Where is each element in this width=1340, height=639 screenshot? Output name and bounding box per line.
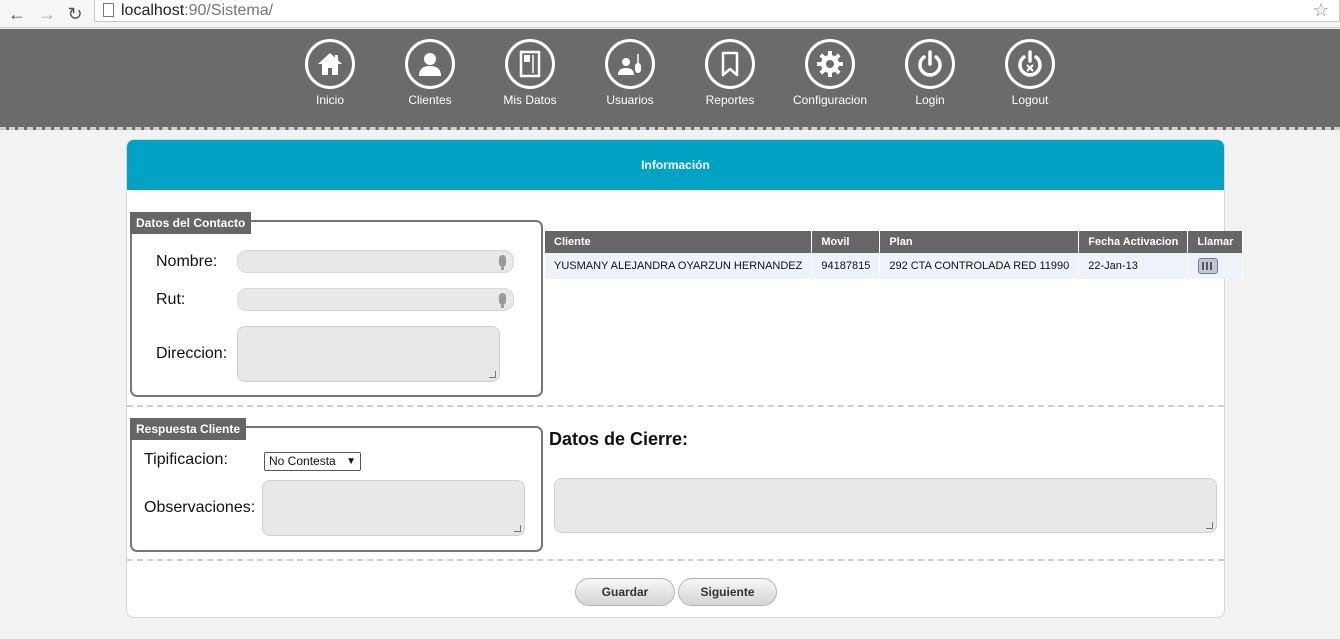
- col-header-plan: Plan: [879, 231, 1080, 253]
- resize-grip-icon[interactable]: [514, 525, 521, 532]
- browser-toolbar: ← → ↻ localhost:90/Sistema/ ☆: [0, 0, 1340, 28]
- table-row[interactable]: YUSMANY ALEJANDRA OYARZUN HERNANDEZ 9418…: [545, 253, 1244, 279]
- cierre-textarea[interactable]: [554, 478, 1217, 533]
- nav-label-login: Login: [915, 93, 945, 107]
- tipificacion-value: No Contesta: [269, 454, 336, 468]
- section-divider: [127, 405, 1224, 407]
- cell-cliente: YUSMANY ALEJANDRA OYARZUN HERNANDEZ: [545, 253, 813, 279]
- page-icon: [103, 3, 114, 17]
- col-header-fecha: Fecha Activacion: [1078, 231, 1189, 253]
- gear-icon: [805, 39, 855, 89]
- guardar-button[interactable]: Guardar: [575, 578, 675, 606]
- url-host: localhost: [121, 2, 185, 19]
- cell-llamar: [1187, 253, 1244, 279]
- dropdown-arrow-icon: ▼: [346, 456, 356, 467]
- siguiente-button[interactable]: Siguiente: [678, 578, 777, 606]
- nav-label-reportes: Reportes: [705, 93, 755, 107]
- url-path: :90/Sistema/: [184, 2, 274, 19]
- col-header-cliente: Cliente: [545, 231, 813, 253]
- nav-label-configuracion: Configuracion: [792, 93, 868, 107]
- nav-label-logout: Logout: [1011, 93, 1049, 107]
- nav-item-configuracion[interactable]: Configuracion: [785, 39, 875, 114]
- home-icon: [305, 39, 355, 89]
- col-header-movil: Movil: [811, 231, 881, 253]
- nav-item-reportes[interactable]: Reportes: [685, 39, 775, 114]
- resize-grip-icon[interactable]: [1206, 522, 1213, 529]
- user-icon: [405, 39, 455, 89]
- cell-plan: 292 CTA CONTROLADA RED 11990: [879, 253, 1080, 279]
- nav-label-clientes: Clientes: [408, 93, 452, 107]
- rut-input[interactable]: [237, 288, 514, 311]
- bookmark-star-icon[interactable]: ☆: [1313, 0, 1329, 21]
- back-arrow-icon[interactable]: ←: [6, 3, 28, 25]
- profile-card-icon: [505, 39, 555, 89]
- direccion-label: Direccion:: [156, 345, 228, 362]
- cell-movil: 94187815: [811, 253, 881, 279]
- users-icon: [605, 39, 655, 89]
- microphone-icon[interactable]: [499, 293, 506, 308]
- observaciones-label: Observaciones:: [144, 499, 256, 516]
- forward-arrow-icon[interactable]: →: [36, 3, 58, 25]
- contact-legend: Datos del Contacto: [130, 212, 252, 234]
- bookmark-icon: [705, 39, 755, 89]
- nav-item-mis-datos[interactable]: Mis Datos: [485, 39, 575, 114]
- tipificacion-select[interactable]: No Contesta ▼: [264, 452, 361, 471]
- nav-label-mis-datos: Mis Datos: [503, 93, 557, 107]
- rut-label: Rut:: [156, 291, 186, 308]
- address-bar[interactable]: localhost:90/Sistema/ ☆: [94, 0, 1340, 22]
- nav-label-usuarios: Usuarios: [606, 93, 654, 107]
- information-panel: Información Datos del Contacto Nombre: R…: [126, 139, 1244, 618]
- nombre-label: Nombre:: [156, 253, 218, 270]
- response-fieldset: Respuesta Cliente Tipificacion: No Conte…: [130, 418, 543, 552]
- phone-icon[interactable]: [1198, 258, 1219, 274]
- nav-label-inicio: Inicio: [315, 93, 344, 107]
- url-text: localhost:90/Sistema/: [121, 2, 273, 20]
- direccion-textarea[interactable]: [237, 326, 500, 382]
- cierre-heading: Datos de Cierre:: [549, 429, 689, 449]
- observaciones-textarea[interactable]: [262, 480, 525, 536]
- section-divider: [127, 559, 1224, 561]
- nav-item-clientes[interactable]: Clientes: [385, 39, 475, 114]
- nav-item-login[interactable]: Login: [885, 39, 975, 114]
- contact-fieldset: Datos del Contacto Nombre: Rut: Direccio…: [130, 212, 543, 397]
- nav-item-logout[interactable]: Logout: [985, 39, 1075, 114]
- resize-grip-icon[interactable]: [489, 371, 496, 378]
- microphone-icon[interactable]: [499, 255, 506, 270]
- client-table: Cliente Movil Plan Fecha Activacion Llam…: [545, 231, 1244, 279]
- nombre-input[interactable]: [237, 250, 514, 273]
- panel-title: Información: [127, 140, 1224, 190]
- response-legend: Respuesta Cliente: [130, 418, 247, 440]
- tipificacion-label: Tipificacion:: [144, 451, 228, 468]
- table-header-row: Cliente Movil Plan Fecha Activacion Llam…: [545, 231, 1244, 253]
- col-header-llamar: Llamar: [1187, 231, 1244, 253]
- cell-fecha: 22-Jan-13: [1078, 253, 1189, 279]
- main-navigation: Inicio Clientes Mis Datos Usuarios Repor…: [0, 29, 1340, 130]
- nav-item-usuarios[interactable]: Usuarios: [585, 39, 675, 114]
- reload-icon[interactable]: ↻: [64, 3, 86, 25]
- power-icon: [905, 39, 955, 89]
- nav-item-inicio[interactable]: Inicio: [285, 39, 375, 114]
- logout-power-icon: [1005, 39, 1055, 89]
